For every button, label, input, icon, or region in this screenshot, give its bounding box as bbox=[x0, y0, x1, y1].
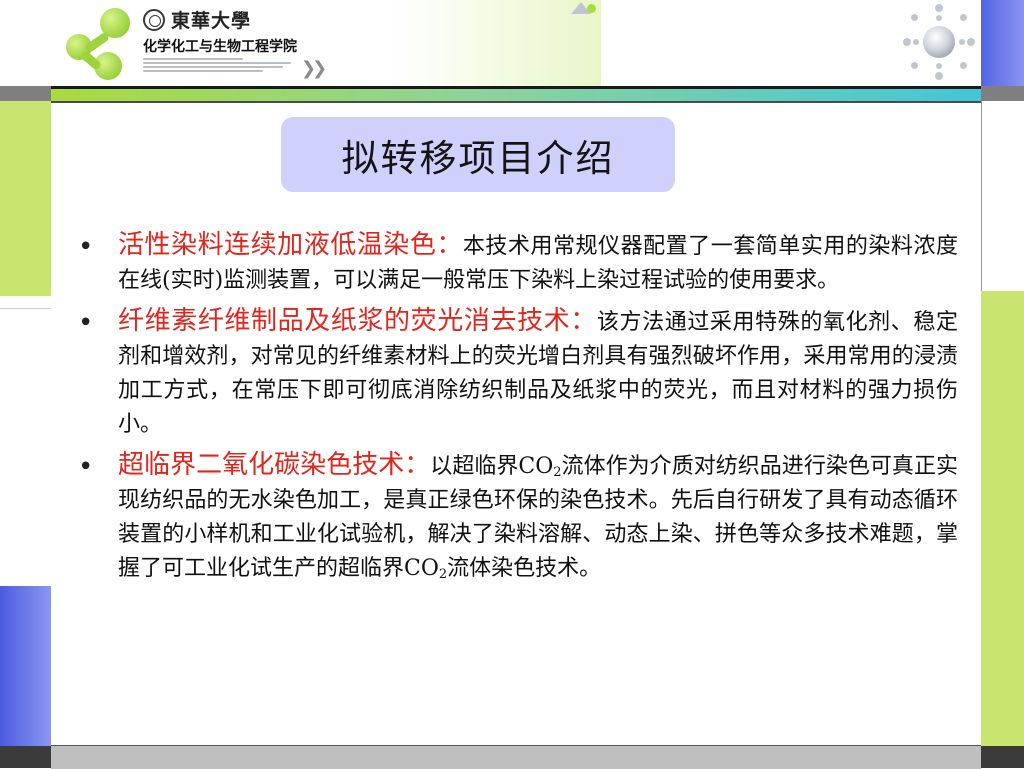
slide-title-box: 拟转移项目介绍 bbox=[281, 117, 675, 192]
bullet-text: 纤维素纤维制品及纸浆的荧光消去技术：该方法通过采用特殊的氧化剂、稳定剂和增效剂，… bbox=[118, 304, 958, 442]
logo-fine-print bbox=[143, 58, 293, 74]
right-decor-column bbox=[981, 0, 1024, 768]
university-seal-icon bbox=[143, 9, 165, 31]
footer-bar bbox=[51, 745, 981, 769]
sun-sphere-icon bbox=[901, 2, 977, 84]
molecule-logo bbox=[66, 8, 136, 80]
left-decor-column bbox=[0, 0, 51, 768]
subscript: 2 bbox=[553, 465, 562, 480]
bullet-body: 以超临界CO bbox=[430, 454, 554, 479]
slide-title: 拟转移项目介绍 bbox=[341, 136, 615, 180]
bullet-item: • 活性染料连续加液低温染色：本技术用常规仪器配置了一套简单实用的染料浓度在线(… bbox=[78, 228, 958, 298]
bullet-text: 活性染料连续加液低温染色：本技术用常规仪器配置了一套简单实用的染料浓度在线(实时… bbox=[118, 228, 958, 298]
double-chevron-icon: ❯❯ bbox=[301, 58, 327, 79]
bullet-heading: 纤维素纤维制品及纸浆的荧光消去技术： bbox=[118, 306, 597, 336]
slide-header: 東華大學 化学化工与生物工程学院 ❯❯ bbox=[51, 0, 981, 88]
bullet-mark: • bbox=[78, 308, 94, 338]
header-divider-gradient bbox=[51, 89, 981, 101]
bullet-list: • 活性染料连续加液低温染色：本技术用常规仪器配置了一套简单实用的染料浓度在线(… bbox=[78, 228, 958, 592]
bullet-item: • 超临界二氧化碳染色技术：以超临界CO2流体作为介质对纺织品进行染色可真正实现… bbox=[78, 448, 958, 586]
bullet-mark: • bbox=[78, 232, 94, 262]
bullet-body: 流体染色技术。 bbox=[447, 556, 602, 581]
corner-dot-icon bbox=[587, 4, 596, 13]
bullet-text: 超临界二氧化碳染色技术：以超临界CO2流体作为介质对纺织品进行染色可真正实现纺织… bbox=[118, 448, 958, 586]
bullet-item: • 纤维素纤维制品及纸浆的荧光消去技术：该方法通过采用特殊的氧化剂、稳定剂和增效… bbox=[78, 304, 958, 442]
logo-panel: 東華大學 化学化工与生物工程学院 ❯❯ bbox=[51, 0, 602, 88]
bullet-mark: • bbox=[78, 452, 94, 482]
bullet-heading: 超临界二氧化碳染色技术： bbox=[118, 450, 431, 480]
bullet-heading: 活性染料连续加液低温染色： bbox=[118, 230, 463, 260]
school-name: 化学化工与生物工程学院 bbox=[143, 39, 297, 55]
header-right-band bbox=[601, 0, 981, 88]
university-name: 東華大學 bbox=[171, 10, 252, 32]
subscript: 2 bbox=[438, 567, 448, 582]
header-divider-bottom bbox=[51, 101, 981, 103]
